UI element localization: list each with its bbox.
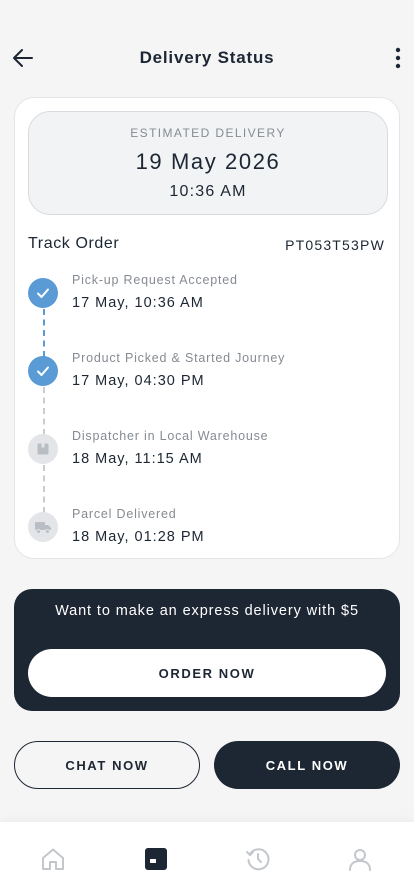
tracking-card: ESTIMATED DELIVERY 19 May 2026 10:36 AM … <box>14 97 400 559</box>
estimated-delivery-date: 19 May 2026 <box>135 149 281 174</box>
step-date: 18 May, 11:15 AM <box>72 451 203 467</box>
timeline-step: Pick-up Request Accepted 17 May, 10:36 A… <box>15 273 401 323</box>
orders-icon[interactable] <box>141 844 171 874</box>
promo-text: Want to make an express delivery with $5 <box>55 603 359 619</box>
estimated-delivery-label: ESTIMATED DELIVERY <box>130 126 286 140</box>
timeline-step: Product Picked & Started Journey 17 May,… <box>15 351 401 401</box>
check-icon <box>28 278 58 308</box>
timeline-step: Parcel Delivered 18 May, 01:28 PM <box>15 507 401 557</box>
track-order-title: Track Order <box>28 235 120 252</box>
express-delivery-promo: Want to make an express delivery with $5… <box>14 589 400 711</box>
truck-icon <box>28 512 58 542</box>
package-icon <box>28 434 58 464</box>
bottom-tab-bar <box>0 822 414 896</box>
history-icon[interactable] <box>243 844 273 874</box>
profile-icon[interactable] <box>345 844 375 874</box>
step-date: 17 May, 10:36 AM <box>72 295 204 311</box>
app-header: Delivery Status <box>0 0 414 96</box>
timeline-step: Dispatcher in Local Warehouse 18 May, 11… <box>15 429 401 479</box>
home-icon[interactable] <box>38 844 68 874</box>
step-label: Pick-up Request Accepted <box>72 273 238 287</box>
step-label: Product Picked & Started Journey <box>72 351 286 365</box>
step-label: Dispatcher in Local Warehouse <box>72 429 269 443</box>
estimated-delivery-time: 10:36 AM <box>169 183 247 200</box>
step-date: 18 May, 01:28 PM <box>72 529 205 545</box>
step-label: Parcel Delivered <box>72 507 177 521</box>
order-now-button[interactable]: ORDER NOW <box>28 649 386 697</box>
step-date: 17 May, 04:30 PM <box>72 373 205 389</box>
order-id: PT053T53PW <box>285 237 385 253</box>
more-vertical-icon[interactable] <box>392 44 404 72</box>
chat-now-button[interactable]: CHAT NOW <box>14 741 200 789</box>
estimated-delivery-box: ESTIMATED DELIVERY 19 May 2026 10:36 AM <box>28 111 388 215</box>
call-now-button[interactable]: CALL NOW <box>214 741 400 789</box>
check-icon <box>28 356 58 386</box>
page-title: Delivery Status <box>139 48 275 67</box>
